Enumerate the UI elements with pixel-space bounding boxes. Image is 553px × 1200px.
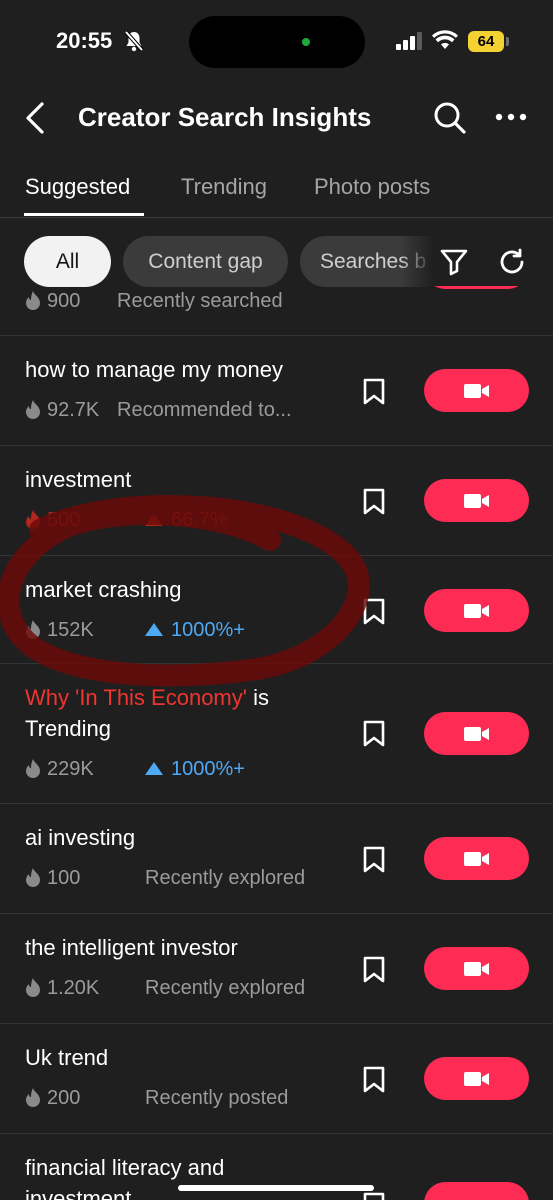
row-detail: 1000%+ bbox=[171, 619, 245, 641]
bookmark-icon[interactable] bbox=[361, 846, 387, 879]
record-button[interactable] bbox=[424, 589, 529, 632]
active-tab-indicator bbox=[24, 213, 144, 216]
trend-up-icon bbox=[145, 623, 163, 636]
record-button[interactable] bbox=[424, 837, 529, 880]
keyword-list: 900 Recently searched how to manage my mo… bbox=[0, 286, 553, 1200]
keyword-title: how to manage my money bbox=[25, 357, 284, 382]
battery-level: 64 bbox=[468, 31, 504, 52]
more-options-icon[interactable] bbox=[494, 102, 528, 137]
trend-up: 1000%+ bbox=[145, 758, 245, 780]
flame-icon bbox=[25, 509, 41, 535]
record-button[interactable] bbox=[424, 1057, 529, 1100]
flame-icon bbox=[25, 758, 41, 784]
keyword-title: Why 'In This Economy' is Trending bbox=[25, 682, 345, 744]
view-count: 200 bbox=[47, 1087, 81, 1109]
search-icon[interactable] bbox=[432, 100, 468, 141]
keyword-title: ai investing bbox=[25, 825, 136, 850]
list-item[interactable]: Uk trend 200 Recently posted bbox=[0, 1024, 553, 1134]
filter-funnel-icon[interactable] bbox=[440, 248, 468, 281]
keyword-title: financial literacy and investment bbox=[25, 1155, 225, 1200]
bookmark-icon[interactable] bbox=[361, 378, 387, 411]
keyword-title: investment bbox=[25, 467, 132, 492]
keyword-title: market crashing bbox=[25, 577, 182, 602]
row-detail: Recently searched bbox=[117, 290, 283, 312]
row-detail: Recommended to... bbox=[117, 399, 292, 421]
row-detail: 66.7% bbox=[171, 509, 228, 531]
record-button[interactable] bbox=[424, 286, 529, 289]
bookmark-icon[interactable] bbox=[361, 1066, 387, 1099]
flame-icon bbox=[25, 1087, 41, 1113]
view-count: 1.20K bbox=[47, 977, 100, 999]
keyword-title: Uk trend bbox=[25, 1045, 109, 1070]
row-detail: Recently posted bbox=[145, 1087, 289, 1109]
keyword-title: the intelligent investor bbox=[25, 935, 238, 960]
view-count: 500 bbox=[47, 509, 81, 531]
record-button[interactable] bbox=[424, 947, 529, 990]
tab-suggested[interactable]: Suggested bbox=[25, 174, 130, 200]
list-item[interactable]: the intelligent investor 1.20K Recently e… bbox=[0, 914, 553, 1024]
bookmark-icon[interactable] bbox=[361, 720, 387, 753]
row-meta: 500 66.7% bbox=[25, 509, 228, 535]
row-meta: 229K 1000%+ bbox=[25, 758, 245, 784]
dynamic-island bbox=[189, 16, 365, 68]
record-button[interactable] bbox=[424, 479, 529, 522]
view-count: 229K bbox=[47, 758, 94, 780]
status-time: 20:55 bbox=[56, 28, 113, 53]
tab-photo-posts[interactable]: Photo posts bbox=[314, 174, 430, 200]
battery-cap-icon bbox=[506, 37, 509, 46]
filter-chip-row: All Content gap Searches b bbox=[0, 236, 553, 288]
flame-icon bbox=[25, 977, 41, 1003]
row-meta: 92.7K Recommended to... bbox=[25, 399, 292, 425]
trend-up: 1000%+ bbox=[145, 619, 245, 641]
chip-content-gap[interactable]: Content gap bbox=[123, 236, 288, 287]
list-item[interactable]: market crashing 152K 1000%+ bbox=[0, 556, 553, 664]
list-item[interactable]: investment 500 66.7% bbox=[0, 446, 553, 556]
wifi-icon bbox=[432, 30, 458, 55]
record-button[interactable] bbox=[424, 369, 529, 412]
app-header: Creator Search Insights bbox=[0, 88, 553, 148]
status-bar: 20:55 64 bbox=[0, 0, 553, 84]
flame-icon bbox=[25, 399, 41, 425]
trend-up-icon bbox=[145, 514, 163, 526]
refresh-icon[interactable] bbox=[498, 248, 528, 283]
row-meta: 1.20K Recently explored bbox=[25, 977, 305, 1003]
chip-all[interactable]: All bbox=[24, 236, 111, 287]
row-meta: 200 Recently posted bbox=[25, 1087, 288, 1113]
row-meta: 152K 1000%+ bbox=[25, 619, 245, 645]
tab-trending[interactable]: Trending bbox=[181, 174, 267, 200]
bookmark-icon[interactable] bbox=[361, 488, 387, 521]
list-item[interactable]: 900 Recently searched bbox=[0, 286, 553, 336]
row-meta: 100 Recently explored bbox=[25, 867, 305, 893]
flame-icon bbox=[25, 290, 41, 316]
row-meta: 900 Recently searched bbox=[25, 290, 283, 316]
bookmark-icon[interactable] bbox=[361, 598, 387, 631]
back-chevron-icon[interactable] bbox=[22, 100, 50, 141]
tab-bar: Suggested Trending Photo posts bbox=[0, 168, 553, 218]
row-detail: 1000%+ bbox=[171, 758, 245, 780]
camera-indicator-icon bbox=[302, 38, 310, 46]
bookmark-icon[interactable] bbox=[361, 1192, 387, 1200]
row-detail: Recently explored bbox=[145, 867, 306, 889]
bookmark-icon[interactable] bbox=[361, 956, 387, 989]
flame-icon bbox=[25, 867, 41, 893]
list-item[interactable]: Why 'In This Economy' is Trending 229K 10… bbox=[0, 664, 553, 804]
page-title: Creator Search Insights bbox=[78, 102, 372, 132]
view-count: 152K bbox=[47, 619, 94, 641]
list-item[interactable]: how to manage my money 92.7K Recommended … bbox=[0, 336, 553, 446]
row-detail: Recently explored bbox=[145, 977, 306, 999]
record-button[interactable] bbox=[424, 712, 529, 755]
flame-icon bbox=[25, 619, 41, 645]
keyword-highlight: Why 'In This Economy' bbox=[25, 685, 247, 710]
view-count: 100 bbox=[47, 867, 81, 889]
view-count: 92.7K bbox=[47, 399, 100, 421]
chip-fade-overlay bbox=[400, 236, 553, 288]
view-count: 900 bbox=[47, 290, 81, 312]
bell-muted-icon bbox=[124, 30, 144, 57]
signal-icon bbox=[396, 32, 424, 55]
list-item[interactable]: ai investing 100 Recently explored bbox=[0, 804, 553, 914]
trend-up-icon bbox=[145, 762, 163, 775]
home-indicator bbox=[178, 1185, 374, 1191]
record-button[interactable] bbox=[424, 1182, 529, 1200]
